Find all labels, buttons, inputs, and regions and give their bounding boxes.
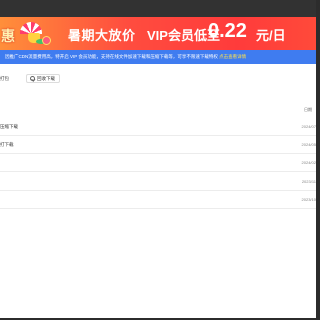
row-date: 2024/07: [301, 124, 316, 129]
pack-download-button[interactable]: 打包: [0, 76, 9, 82]
notice-details-link[interactable]: 点击查看详情: [219, 54, 246, 59]
table-row[interactable]: 打下载 2024/05: [0, 136, 316, 154]
table-row[interactable]: 2024/02: [0, 154, 316, 172]
notice-bar: 因推广CDN流量费用高，特开启 VIP 会员功能，支持在线文件加速下载和压缩下载…: [0, 50, 316, 64]
row-date: 2024/05: [301, 142, 316, 147]
beach-ball-icon: [42, 36, 51, 45]
table-row[interactable]: 压缩下载 2024/07: [0, 118, 316, 136]
row-name[interactable]: 压缩下载: [0, 124, 18, 130]
notice-text: 因推广CDN流量费用高，特开启 VIP 会员功能，支持在线文件加速下载和压缩下载…: [5, 54, 220, 59]
window-top-bar: [0, 0, 320, 17]
banner-price: 0.22: [208, 20, 247, 42]
banner-title: 暑期大放价: [68, 28, 136, 43]
row-date: 2023/10: [301, 197, 316, 202]
row-date: 2024/02: [301, 160, 316, 165]
window-right-frame: [316, 0, 320, 320]
promo-banner[interactable]: 惠 暑期大放价 VIP会员低至 0.22 元/日: [0, 17, 316, 50]
banner-badge-char: 惠: [1, 29, 15, 45]
recycle-download-label: 回收下载: [37, 75, 55, 81]
date-column-header[interactable]: 日期: [304, 107, 312, 113]
recycle-download-button[interactable]: 回收下载: [26, 74, 60, 83]
table-row[interactable]: 2023/10: [0, 191, 316, 209]
banner-price-unit: 元/日: [256, 28, 286, 43]
row-date: 2023/11: [301, 179, 316, 184]
download-icon: [30, 76, 35, 81]
row-name[interactable]: 打下载: [0, 142, 14, 148]
table-row[interactable]: 2023/11: [0, 173, 316, 191]
